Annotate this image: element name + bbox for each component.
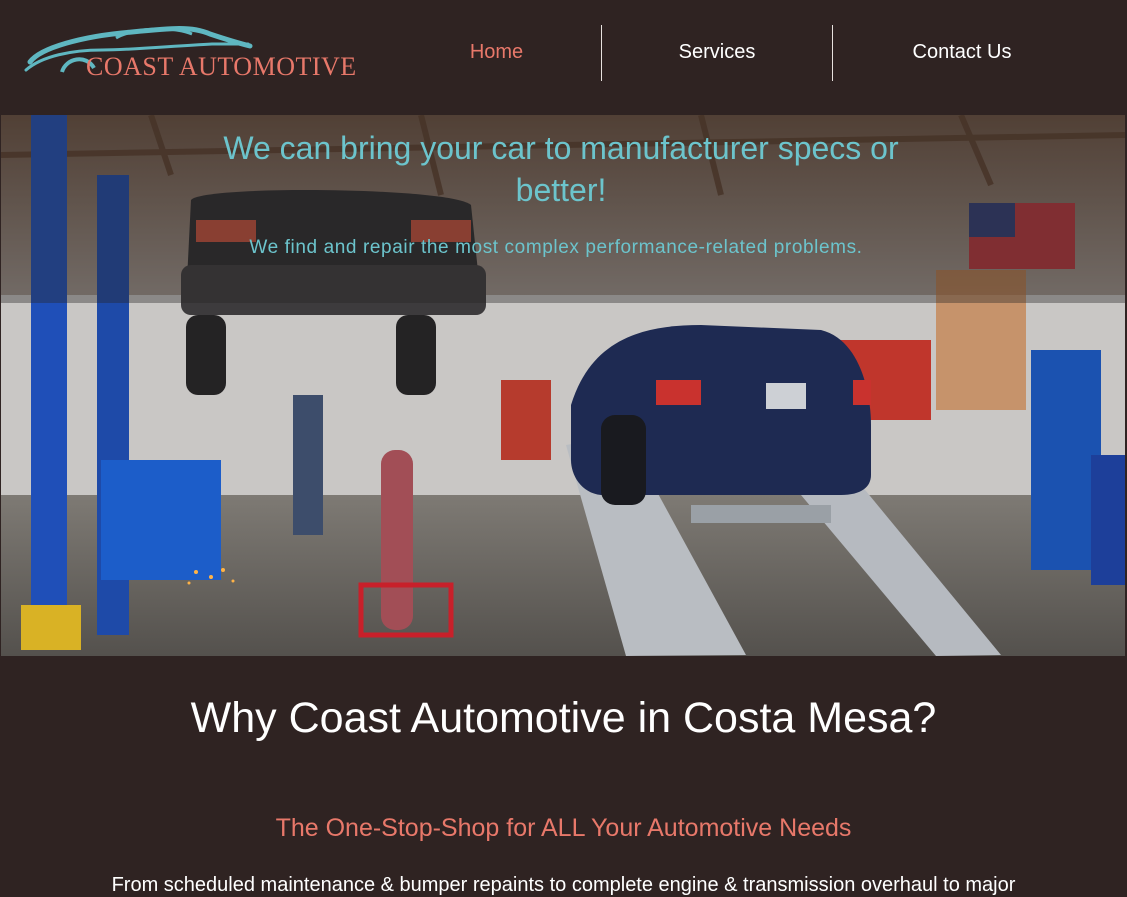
site-header: COAST AUTOMOTIVE Home Services Contact U… [0, 0, 1127, 115]
nav-services[interactable]: Services [602, 25, 832, 81]
site-logo[interactable]: COAST AUTOMOTIVE [22, 20, 356, 84]
nav-contact-us[interactable]: Contact Us [833, 25, 1091, 81]
hero-subheadline: We find and repair the most complex perf… [249, 237, 863, 258]
nav-home[interactable]: Home [392, 25, 601, 81]
hero-headline: We can bring your car to manufacturer sp… [223, 130, 899, 208]
logo-text: COAST AUTOMOTIVE [86, 52, 357, 81]
section-subtitle: The One-Stop-Shop for ALL Your Automotiv… [275, 814, 852, 842]
section-body-text: From scheduled maintenance & bumper repa… [111, 874, 1016, 896]
section-title: Why Coast Automotive in Costa Mesa? [190, 694, 937, 742]
hero-banner: We can bring your car to manufacturer sp… [1, 115, 1125, 656]
